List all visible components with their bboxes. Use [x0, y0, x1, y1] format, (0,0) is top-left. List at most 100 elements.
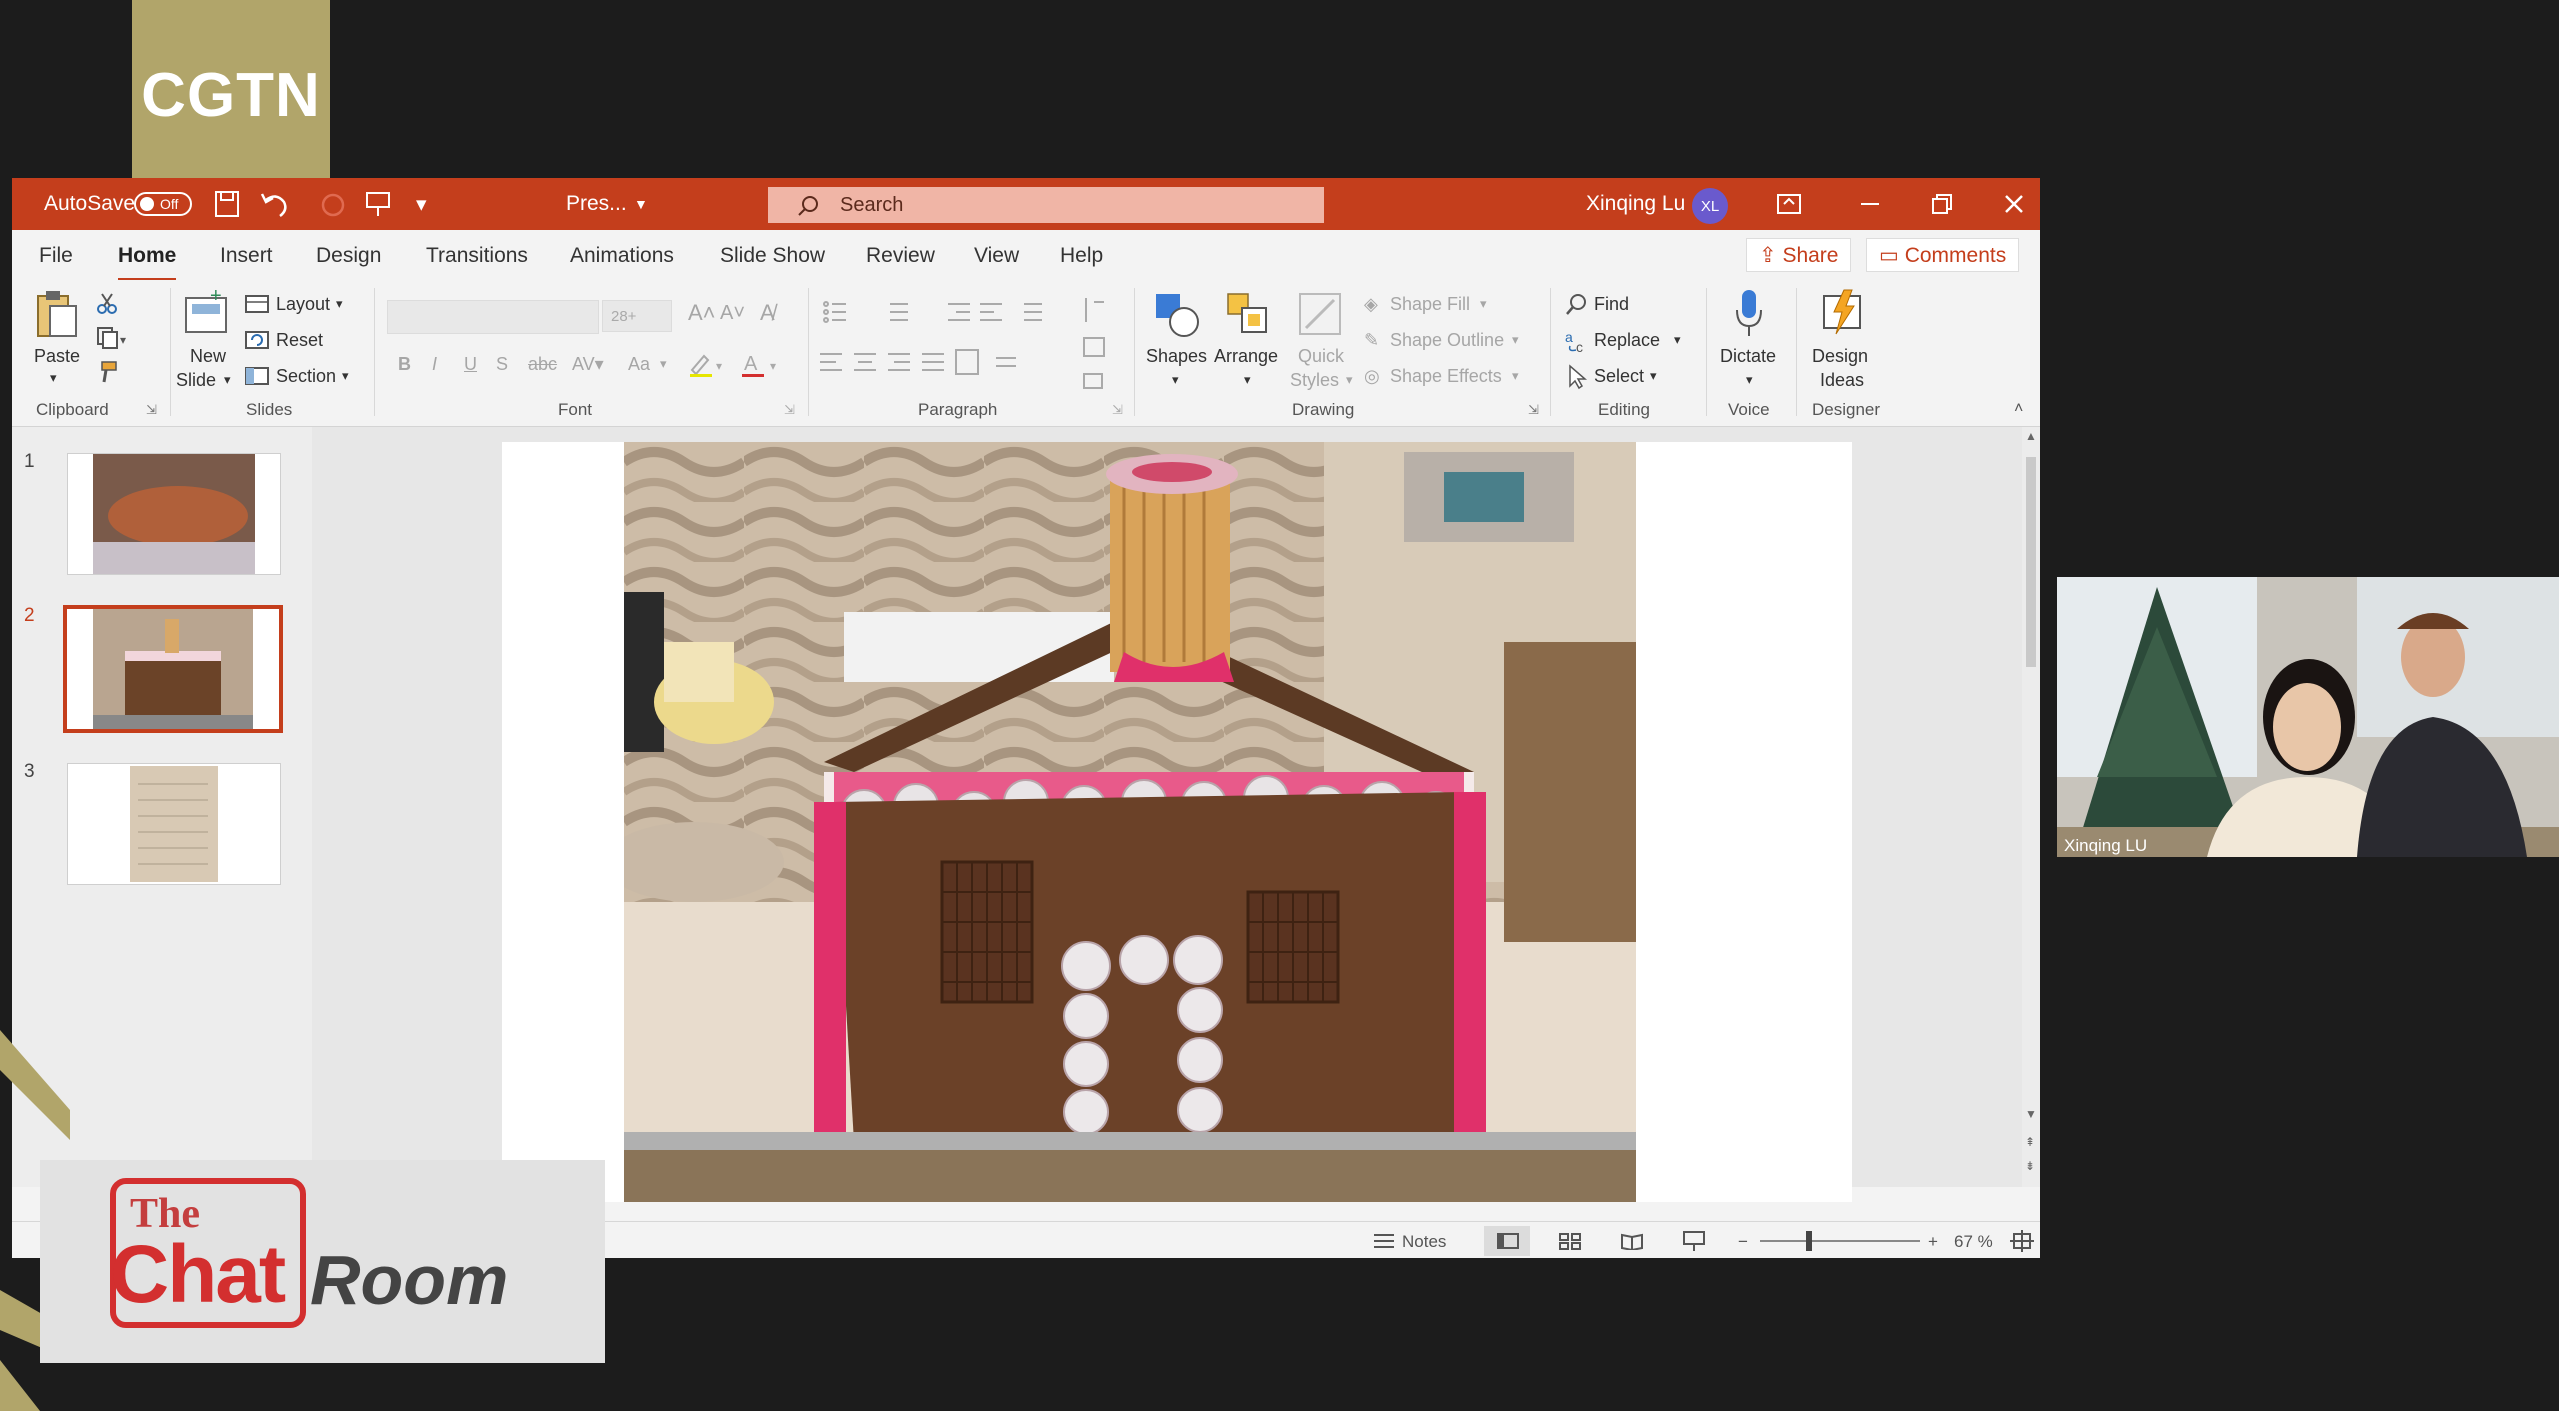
customize-qat-icon[interactable]: ▾ [416, 192, 427, 217]
slide-sorter-icon[interactable] [1558, 1232, 1582, 1250]
font-color-icon[interactable]: A ▾ [742, 352, 782, 378]
layout-icon[interactable] [244, 294, 270, 314]
shapes-label[interactable]: Shapes [1146, 346, 1207, 367]
file-name[interactable]: Pres... [566, 192, 627, 216]
reset-label[interactable]: Reset [276, 330, 323, 351]
redo-icon[interactable] [320, 192, 346, 218]
find-icon[interactable] [1564, 292, 1590, 318]
clipboard-launcher-icon[interactable]: ⇲ [146, 402, 157, 418]
shape-fill-icon[interactable]: ◈ [1364, 294, 1378, 315]
shape-fill-label[interactable]: Shape Fill [1390, 294, 1470, 315]
quick-styles-label-1[interactable]: Quick [1298, 346, 1344, 367]
slide-thumbnail-1[interactable] [67, 453, 281, 575]
text-direction-controls[interactable] [1080, 294, 1116, 394]
character-spacing-icon[interactable]: AV▾ [572, 354, 604, 375]
video-participant-tile[interactable] [2057, 577, 2559, 857]
arrange-icon[interactable] [1224, 290, 1272, 338]
replace-dropdown-icon[interactable]: ▾ [1674, 332, 1681, 348]
comments-button[interactable]: ▭ Comments [1866, 238, 2020, 272]
close-icon[interactable] [2002, 192, 2026, 216]
shapes-dropdown-icon[interactable]: ▾ [1172, 372, 1179, 388]
ribbon-display-options-icon[interactable] [1776, 192, 1802, 216]
section-label[interactable]: Section [276, 366, 336, 387]
dictate-dropdown-icon[interactable]: ▾ [1746, 372, 1753, 388]
tab-file[interactable]: File [39, 244, 73, 268]
shape-fill-dropdown-icon[interactable]: ▾ [1480, 296, 1487, 312]
change-case-dropdown-icon[interactable]: ▾ [660, 356, 667, 372]
new-slide-label-1[interactable]: New [190, 346, 226, 367]
slide-photo-gingerbread-house[interactable] [624, 442, 1636, 1202]
slide-thumbnail-2[interactable] [63, 605, 283, 733]
collapse-ribbon-icon[interactable]: ˄ [2014, 400, 2023, 418]
bold-button[interactable]: B [398, 354, 411, 375]
clear-formatting-icon[interactable]: A̸ [760, 300, 775, 326]
tab-insert[interactable]: Insert [220, 244, 273, 268]
shadow-button[interactable]: S [496, 354, 508, 375]
highlight-icon[interactable]: ▾ [688, 352, 728, 378]
scroll-thumb[interactable] [2026, 457, 2036, 667]
shape-effects-icon[interactable]: ◎ [1364, 366, 1380, 387]
italic-button[interactable]: I [432, 354, 437, 375]
zoom-out-icon[interactable]: − [1738, 1232, 1748, 1252]
share-button[interactable]: ⇪ Share [1746, 238, 1852, 272]
paste-icon[interactable] [34, 288, 80, 340]
quick-styles-dropdown-icon[interactable]: ▾ [1346, 372, 1353, 388]
file-name-dropdown-icon[interactable]: ▼ [634, 196, 648, 212]
reading-view-icon[interactable] [1620, 1232, 1644, 1250]
quick-styles-icon[interactable] [1296, 290, 1344, 338]
slide-show-icon[interactable] [1682, 1230, 1706, 1252]
paragraph-launcher-icon[interactable]: ⇲ [1112, 402, 1123, 418]
avatar[interactable]: XL [1692, 188, 1728, 224]
shape-outline-dropdown-icon[interactable]: ▾ [1512, 332, 1519, 348]
format-painter-icon[interactable] [96, 360, 120, 384]
replace-icon[interactable]: ac [1564, 328, 1590, 354]
restore-icon[interactable] [1930, 192, 1954, 216]
shape-outline-icon[interactable]: ✎ [1364, 330, 1379, 351]
find-label[interactable]: Find [1594, 294, 1629, 315]
paste-dropdown-icon[interactable]: ▾ [50, 370, 57, 386]
layout-dropdown-icon[interactable]: ▾ [336, 296, 343, 312]
layout-label[interactable]: Layout [276, 294, 330, 315]
current-slide[interactable] [502, 442, 1852, 1202]
vertical-scrollbar[interactable]: ▲ ▼ ⇞ ⇟ [2022, 427, 2040, 1187]
new-slide-icon[interactable]: + [182, 290, 230, 338]
dictate-label[interactable]: Dictate [1720, 346, 1776, 367]
cut-icon[interactable] [96, 292, 118, 314]
tab-help[interactable]: Help [1060, 244, 1103, 268]
select-dropdown-icon[interactable]: ▾ [1650, 368, 1657, 384]
increase-font-size-icon[interactable]: A˄ [688, 300, 716, 326]
design-ideas-label-2[interactable]: Ideas [1820, 370, 1864, 391]
shapes-icon[interactable] [1152, 290, 1202, 338]
arrange-label[interactable]: Arrange [1214, 346, 1278, 367]
tab-home[interactable]: Home [118, 244, 177, 282]
scroll-up-icon[interactable]: ▲ [2025, 429, 2037, 443]
new-slide-dropdown-icon[interactable]: ▾ [224, 372, 231, 388]
underline-button[interactable]: U [464, 354, 477, 375]
zoom-in-icon[interactable]: + [1928, 1232, 1938, 1252]
drawing-launcher-icon[interactable]: ⇲ [1528, 402, 1539, 418]
tab-animations[interactable]: Animations [570, 244, 674, 268]
notes-label[interactable]: Notes [1402, 1232, 1446, 1252]
new-slide-label-2[interactable]: Slide [176, 370, 216, 391]
minimize-icon[interactable] [1858, 192, 1882, 216]
scroll-down-icon[interactable]: ▼ [2025, 1107, 2037, 1121]
zoom-slider-thumb[interactable] [1806, 1231, 1812, 1251]
save-icon[interactable] [214, 190, 240, 218]
tab-transitions[interactable]: Transitions [426, 244, 528, 268]
select-label[interactable]: Select [1594, 366, 1644, 387]
arrange-dropdown-icon[interactable]: ▾ [1244, 372, 1251, 388]
notes-icon[interactable] [1372, 1231, 1396, 1251]
font-launcher-icon[interactable]: ⇲ [784, 402, 795, 418]
undo-icon[interactable] [260, 190, 290, 218]
tab-slide-show[interactable]: Slide Show [720, 244, 825, 268]
replace-label[interactable]: Replace [1594, 330, 1660, 351]
quick-styles-label-2[interactable]: Styles [1290, 370, 1339, 391]
section-dropdown-icon[interactable]: ▾ [342, 368, 349, 384]
design-ideas-icon[interactable] [1818, 288, 1866, 338]
search-box[interactable]: Search [768, 187, 1324, 223]
zoom-level[interactable]: 67 % [1954, 1232, 1993, 1252]
microphone-icon[interactable] [1734, 288, 1764, 340]
present-icon[interactable] [364, 190, 392, 218]
shape-outline-label[interactable]: Shape Outline [1390, 330, 1504, 351]
paste-label[interactable]: Paste [34, 346, 80, 367]
